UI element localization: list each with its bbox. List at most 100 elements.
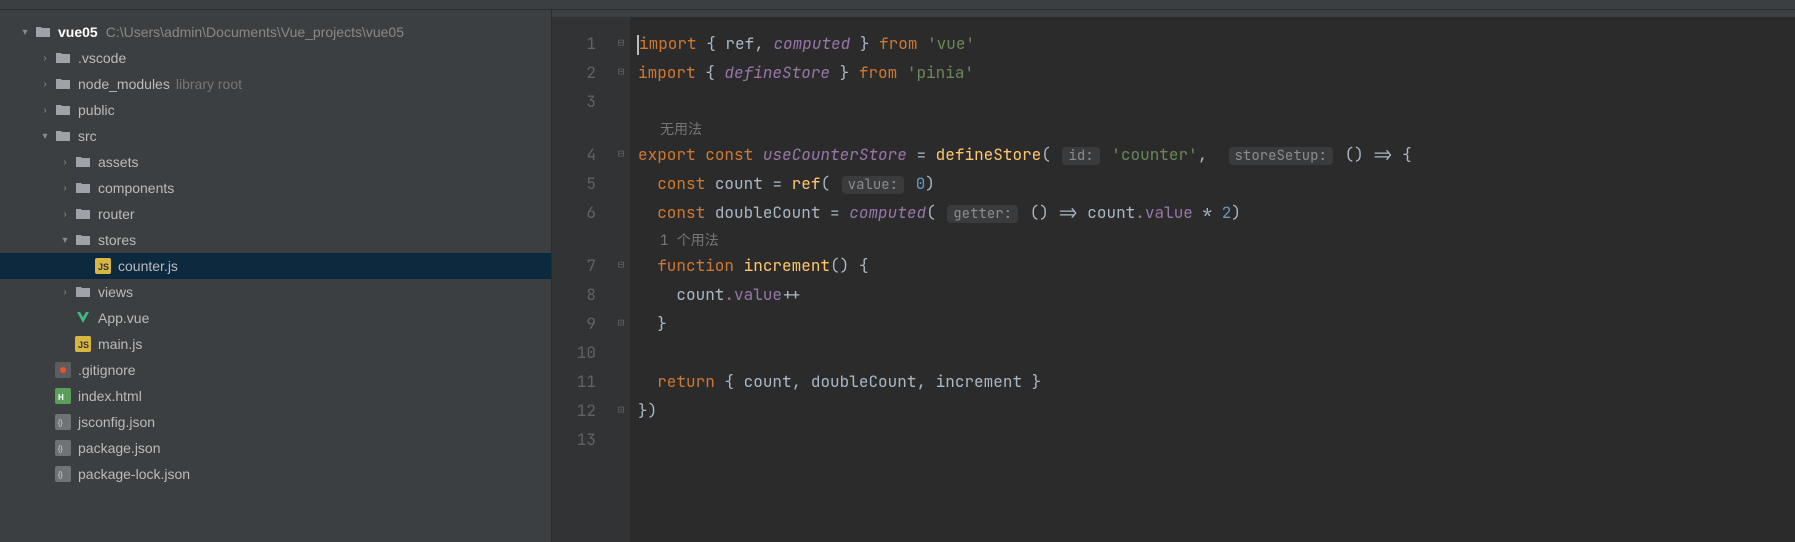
- tree-item-label: package.json: [78, 440, 161, 456]
- folder-icon: [54, 75, 72, 93]
- folder-icon: [74, 153, 92, 171]
- chevron-down-icon[interactable]: ▾: [38, 129, 52, 143]
- folder-icon: [74, 205, 92, 223]
- tree-item-label: index.html: [78, 388, 142, 404]
- chevron-right-icon[interactable]: ›: [58, 155, 72, 169]
- chevron-right-icon[interactable]: ›: [38, 51, 52, 65]
- editor-tabs[interactable]: [552, 10, 1795, 17]
- svg-text:JS: JS: [98, 262, 109, 272]
- tree-item-package-lock-json[interactable]: {} package-lock.json: [0, 461, 551, 487]
- tree-item-label: counter.js: [118, 258, 178, 274]
- line-number: 6: [552, 198, 596, 227]
- tree-item-label: components: [98, 180, 174, 196]
- line-number: 8: [552, 280, 596, 309]
- tree-item--gitignore[interactable]: .gitignore: [0, 357, 551, 383]
- tree-item-label: main.js: [98, 336, 142, 352]
- folder-icon: [54, 127, 72, 145]
- chevron-down-icon[interactable]: ▾: [18, 25, 32, 39]
- vuefile-icon: [74, 309, 92, 327]
- fold-icon[interactable]: ⊟: [612, 140, 630, 169]
- jsonfile-icon: {}: [54, 413, 72, 431]
- tree-item-public[interactable]: › public: [0, 97, 551, 123]
- fold-icon[interactable]: ⊟: [612, 58, 630, 87]
- inlay-usages: 1 个用法: [638, 227, 1795, 251]
- tree-item-stores[interactable]: ▾ stores: [0, 227, 551, 253]
- editor-content[interactable]: 1 2 3 4 5 6 7 8 9 10 11 12 13 ⊟ ⊟: [552, 17, 1795, 542]
- gitfile-icon: [54, 361, 72, 379]
- fold-icon[interactable]: ⊟: [612, 29, 630, 58]
- line-number: 3: [552, 87, 596, 116]
- line-number: 9: [552, 309, 596, 338]
- tree-item-label: router: [98, 206, 135, 222]
- tree-item-jsconfig-json[interactable]: {} jsconfig.json: [0, 409, 551, 435]
- inlay-hint: value:: [842, 176, 904, 194]
- tree-item-label: public: [78, 102, 115, 118]
- line-number: 5: [552, 169, 596, 198]
- tree-item-label: node_modules: [78, 76, 170, 92]
- line-number-gutter: 1 2 3 4 5 6 7 8 9 10 11 12 13: [552, 17, 612, 542]
- code-text[interactable]: import { ref, computed } from 'vue' impo…: [630, 17, 1795, 542]
- tree-item-index-html[interactable]: Hindex.html: [0, 383, 551, 409]
- tree-item-counter-js[interactable]: JS counter.js: [0, 253, 551, 279]
- tree-item-router[interactable]: › router: [0, 201, 551, 227]
- tree-item-label: views: [98, 284, 133, 300]
- tree-item-label: stores: [98, 232, 136, 248]
- line-number: 4: [552, 140, 596, 169]
- tree-root-path: C:\Users\admin\Documents\Vue_projects\vu…: [106, 24, 404, 40]
- folder-icon: [54, 101, 72, 119]
- tree-item-label: jsconfig.json: [78, 414, 155, 430]
- tree-item--vscode[interactable]: › .vscode: [0, 45, 551, 71]
- chevron-right-icon[interactable]: ›: [38, 103, 52, 117]
- jsfile-icon: JS: [94, 257, 112, 275]
- tree-item-package-json[interactable]: {} package.json: [0, 435, 551, 461]
- jsonfile-icon: {}: [54, 465, 72, 483]
- line-number: 12: [552, 396, 596, 425]
- tree-item-assets[interactable]: › assets: [0, 149, 551, 175]
- tree-item-App-vue[interactable]: App.vue: [0, 305, 551, 331]
- tree-item-label: .vscode: [78, 50, 126, 66]
- tree-root-label: vue05: [58, 24, 98, 40]
- line-number: 7: [552, 251, 596, 280]
- chevron-right-icon[interactable]: ›: [58, 207, 72, 221]
- line-number: 13: [552, 425, 596, 454]
- folder-icon: [34, 23, 52, 41]
- svg-text:JS: JS: [78, 340, 89, 350]
- tree-root[interactable]: ▾ vue05 C:\Users\admin\Documents\Vue_pro…: [0, 19, 551, 45]
- tree-item-label: assets: [98, 154, 138, 170]
- svg-text:{}: {}: [58, 472, 63, 479]
- jsonfile-icon: {}: [54, 439, 72, 457]
- folder-icon: [54, 49, 72, 67]
- chevron-right-icon[interactable]: ›: [58, 181, 72, 195]
- htmlfile-icon: H: [54, 387, 72, 405]
- fold-end-icon[interactable]: ⊡: [612, 396, 630, 425]
- tree-item-node_modules[interactable]: ›node_moduleslibrary root: [0, 71, 551, 97]
- tree-item-label: src: [78, 128, 97, 144]
- line-number: 1: [552, 29, 596, 58]
- chevron-down-icon[interactable]: ▾: [58, 233, 72, 247]
- tree-item-components[interactable]: › components: [0, 175, 551, 201]
- project-tree[interactable]: ▾ vue05 C:\Users\admin\Documents\Vue_pro…: [0, 17, 551, 542]
- line-number: 11: [552, 367, 596, 396]
- tree-item-main-js[interactable]: JS main.js: [0, 331, 551, 357]
- inlay-hint: id:: [1062, 147, 1099, 165]
- inlay-hint: storeSetup:: [1229, 147, 1333, 165]
- editor-area: 1 2 3 4 5 6 7 8 9 10 11 12 13 ⊟ ⊟: [552, 10, 1795, 542]
- chevron-right-icon[interactable]: ›: [38, 77, 52, 91]
- tree-item-src[interactable]: ▾ src: [0, 123, 551, 149]
- tree-item-label: App.vue: [98, 310, 149, 326]
- main-layout: ▾ vue05 C:\Users\admin\Documents\Vue_pro…: [0, 10, 1795, 542]
- tree-item-label: .gitignore: [78, 362, 136, 378]
- project-panel: ▾ vue05 C:\Users\admin\Documents\Vue_pro…: [0, 10, 552, 542]
- project-header: [0, 10, 551, 17]
- fold-icon[interactable]: ⊟: [612, 251, 630, 280]
- inlay-hint: getter:: [947, 205, 1018, 223]
- tree-item-views[interactable]: › views: [0, 279, 551, 305]
- fold-gutter: ⊟ ⊟ ⊟ ⊟ ⊡ ⊡: [612, 17, 630, 542]
- fold-end-icon[interactable]: ⊡: [612, 309, 630, 338]
- folder-icon: [74, 231, 92, 249]
- svg-text:{}: {}: [58, 420, 63, 427]
- tree-item-label: package-lock.json: [78, 466, 190, 482]
- svg-text:{}: {}: [58, 446, 63, 453]
- chevron-right-icon[interactable]: ›: [58, 285, 72, 299]
- top-toolbar: [0, 0, 1795, 10]
